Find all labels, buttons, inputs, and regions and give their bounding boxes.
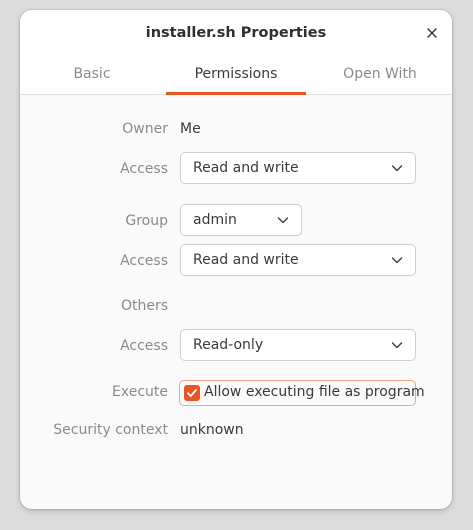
group-dropdown[interactable]: admin	[180, 204, 302, 236]
group-row: Group admin	[20, 204, 452, 238]
execute-row: Execute Allow executing file as program	[20, 375, 452, 409]
group-access-label: Access	[120, 253, 168, 269]
chevron-down-icon	[391, 342, 403, 349]
execute-label: Execute	[112, 384, 168, 400]
owner-label: Owner	[122, 121, 168, 137]
tab-open-with[interactable]: Open With	[308, 56, 452, 94]
owner-access-value: Read and write	[193, 160, 299, 176]
others-access-value: Read-only	[193, 337, 264, 353]
close-icon	[427, 28, 437, 38]
security-context-row: Security context unknown	[20, 413, 452, 447]
others-access-label: Access	[120, 338, 168, 354]
owner-access-dropdown[interactable]: Read and write	[180, 152, 416, 184]
check-icon	[187, 389, 197, 397]
owner-value: Me	[180, 121, 201, 137]
others-access-row: Access Read-only	[20, 329, 452, 363]
others-label: Others	[120, 298, 168, 314]
group-label: Group	[125, 213, 168, 229]
permissions-panel: Owner Me Access Read and write Group adm…	[20, 95, 452, 509]
execute-checkbox-label[interactable]: Allow executing file as program	[204, 381, 425, 404]
chevron-down-icon	[277, 217, 289, 224]
security-context-value: unknown	[180, 422, 244, 438]
tab-bar: Basic Permissions Open With	[20, 56, 452, 95]
execute-checkbox-row[interactable]: Allow executing file as program	[179, 380, 425, 406]
group-access-row: Access Read and write	[20, 244, 452, 278]
tab-permissions[interactable]: Permissions	[164, 56, 308, 95]
close-button[interactable]	[420, 21, 444, 45]
owner-row: Owner Me	[20, 112, 452, 146]
execute-checkbox[interactable]	[184, 385, 200, 401]
others-row: Others	[20, 289, 452, 323]
security-context-label: Security context	[53, 422, 168, 438]
group-value: admin	[193, 212, 237, 228]
chevron-down-icon	[391, 257, 403, 264]
owner-access-label: Access	[120, 161, 168, 177]
chevron-down-icon	[391, 165, 403, 172]
titlebar: installer.sh Properties	[20, 10, 452, 56]
window-title: installer.sh Properties	[145, 25, 327, 41]
properties-dialog: installer.sh Properties Basic Permission…	[20, 10, 452, 509]
group-access-dropdown[interactable]: Read and write	[180, 244, 416, 276]
owner-access-row: Access Read and write	[20, 152, 452, 186]
others-access-dropdown[interactable]: Read-only	[180, 329, 416, 361]
tab-basic[interactable]: Basic	[20, 56, 164, 94]
group-access-value: Read and write	[193, 252, 299, 268]
